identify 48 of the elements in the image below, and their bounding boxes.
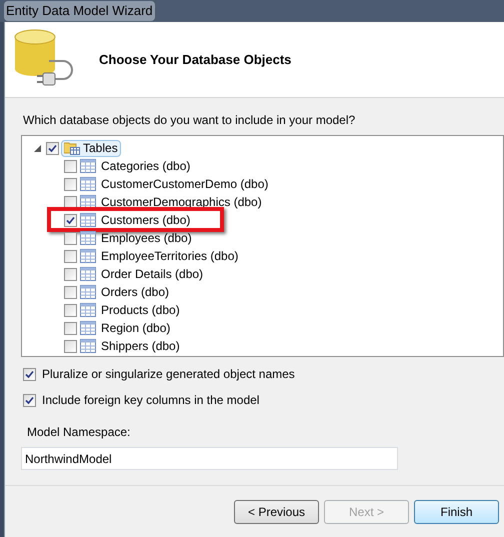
table-icon xyxy=(80,195,96,209)
tree-item-label[interactable]: EmployeeTerritories (dbo) xyxy=(101,247,238,265)
namespace-field[interactable]: NorthwindModel xyxy=(21,447,398,470)
tree-item-label[interactable]: Shippers (dbo) xyxy=(101,337,180,355)
tree-item-label[interactable]: Employees (dbo) xyxy=(101,229,192,247)
checkbox[interactable] xyxy=(64,160,77,172)
tree-item-label[interactable]: CustomerDemographics (dbo) xyxy=(101,193,262,211)
window-title: Entity Data Model Wizard xyxy=(4,1,155,21)
checkbox[interactable] xyxy=(64,304,77,316)
tree-item-label[interactable]: Products (dbo) xyxy=(101,301,180,319)
table-icon xyxy=(80,303,96,317)
checkbox[interactable] xyxy=(64,340,77,352)
checkbox[interactable] xyxy=(23,394,36,406)
tree-item-label[interactable]: Categories (dbo) xyxy=(101,157,190,175)
checkbox[interactable] xyxy=(23,368,36,380)
tree-item-label[interactable]: CustomerCustomerDemo (dbo) xyxy=(101,175,268,193)
tree-node[interactable]: Tables xyxy=(61,140,121,156)
table-icon xyxy=(80,213,96,227)
tree-item-label[interactable]: Region (dbo) xyxy=(101,319,170,337)
checkbox[interactable] xyxy=(64,232,77,244)
checkbox[interactable] xyxy=(64,250,77,262)
tree-item-label[interactable]: Customers (dbo) xyxy=(101,211,190,229)
table-icon xyxy=(80,339,96,353)
table-icon xyxy=(80,267,96,281)
checkbox[interactable] xyxy=(46,142,59,154)
collapse-arrow-icon[interactable] xyxy=(34,144,41,152)
namespace-label: Model Namespace: xyxy=(27,424,132,441)
table-icon xyxy=(80,285,96,299)
table-icon xyxy=(80,159,96,173)
table-icon xyxy=(80,177,96,191)
checkbox[interactable] xyxy=(64,178,77,190)
wizard-button[interactable]: Finish xyxy=(414,500,499,524)
folder-table-icon xyxy=(64,141,80,155)
tree-item-label[interactable]: Orders (dbo) xyxy=(101,283,170,301)
checkbox[interactable] xyxy=(64,214,77,226)
checkbox[interactable] xyxy=(64,322,77,334)
table-icon xyxy=(80,249,96,263)
page-heading: Choose Your Database Objects xyxy=(99,50,292,69)
wizard-button[interactable]: < Previous xyxy=(234,500,319,524)
table-icon xyxy=(80,321,96,335)
checkbox[interactable] xyxy=(64,268,77,280)
question-label: Which database objects do you want to include in your model? xyxy=(23,112,356,129)
table-icon xyxy=(80,231,96,245)
checkbox[interactable] xyxy=(64,286,77,298)
option-label[interactable]: Include foreign key columns in the model xyxy=(42,391,260,409)
checkbox[interactable] xyxy=(64,196,77,208)
option-label[interactable]: Pluralize or singularize generated object names xyxy=(42,365,295,383)
tree-item-label[interactable]: Order Details (dbo) xyxy=(101,265,204,283)
